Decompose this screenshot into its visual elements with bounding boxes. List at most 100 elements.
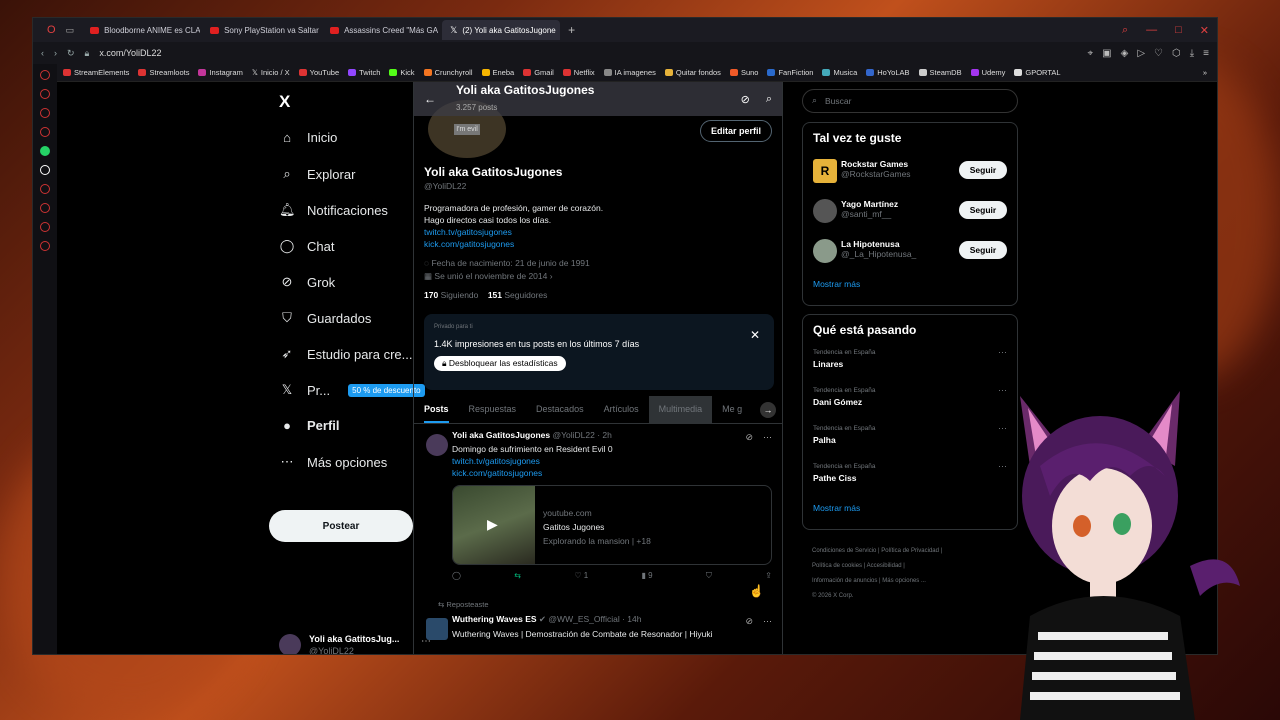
trend-item[interactable]: Tendencia en España Linares ⋯: [803, 345, 1017, 383]
nav-item-inicio[interactable]: ⌂ Inicio: [279, 130, 337, 145]
kick-link[interactable]: kick.com/gatitosjugones: [424, 238, 603, 250]
bookmark-icon[interactable]: ⛉: [706, 571, 712, 581]
share-icon[interactable]: ⇪: [765, 571, 772, 581]
shield-icon[interactable]: ◈: [1121, 48, 1129, 59]
sidebar-app-icon[interactable]: [40, 127, 50, 137]
bookmark[interactable]: Gmail: [523, 68, 554, 77]
bookmark[interactable]: IA imagenes: [603, 68, 656, 77]
close-icon[interactable]: ✕: [750, 328, 760, 342]
tab-overview-icon[interactable]: ▭: [66, 25, 81, 36]
account-switcher[interactable]: Yoli aka GatitosJug... @YoliDL22 ⋯: [279, 630, 431, 654]
footer-link[interactable]: Accesibilidad: [867, 563, 902, 569]
url-field[interactable]: x.com/YoliDL22: [99, 48, 161, 58]
follow-button[interactable]: Seguir: [959, 241, 1007, 259]
tweet[interactable]: Yoli aka GatitosJugones @YoliDL22 · 2h ⊘…: [414, 430, 782, 581]
tweet-link[interactable]: twitch.tv/gatitosjugones: [452, 455, 782, 467]
play-icon[interactable]: ▷: [1137, 48, 1145, 59]
footer-link[interactable]: Información de anuncios: [812, 578, 877, 584]
opera-logo-icon[interactable]: O: [39, 24, 64, 36]
nav-item-chat[interactable]: ◯ Chat: [279, 238, 335, 254]
footer-link[interactable]: Política de cookies: [812, 563, 862, 569]
forward-icon[interactable]: ›: [54, 48, 57, 58]
grok-icon[interactable]: ⊘: [745, 432, 753, 443]
post-button[interactable]: Postear: [269, 510, 413, 542]
views-button[interactable]: ▮ 9: [642, 571, 653, 581]
follow-button[interactable]: Seguir: [959, 161, 1007, 179]
more-icon[interactable]: ⋯: [763, 432, 772, 443]
tweet-author[interactable]: Wuthering Waves ES: [452, 614, 537, 624]
minimize-icon[interactable]: —: [1146, 24, 1157, 37]
browser-tab-active[interactable]: 𝕏(2) Yoli aka GatitosJugone×: [442, 20, 561, 40]
bookmark[interactable]: 𝕏 Inicio / X: [252, 68, 290, 77]
search-tabs-icon[interactable]: ⌕: [1122, 24, 1128, 37]
avatar[interactable]: [426, 434, 448, 456]
sidebar-app-icon[interactable]: [40, 241, 50, 251]
followers-link[interactable]: 151 Seguidores: [488, 290, 548, 300]
footer-link[interactable]: Condiciones de Servicio: [812, 548, 876, 554]
bookmark[interactable]: HoYoLAB: [866, 68, 910, 77]
bookmark[interactable]: Instagram: [198, 68, 243, 77]
bookmark[interactable]: Twitch: [348, 68, 380, 77]
repost-icon[interactable]: ⇆: [514, 571, 521, 581]
nav-item-grok[interactable]: ⊘ Grok: [279, 274, 336, 290]
bookmark[interactable]: StreamElements: [63, 68, 129, 77]
bookmark[interactable]: SteamDB: [918, 68, 962, 77]
reload-icon[interactable]: ↻: [67, 48, 75, 59]
tweet-link[interactable]: kick.com/gatitosjugones: [452, 467, 782, 479]
bookmarks-overflow-icon[interactable]: »: [1203, 68, 1207, 77]
footer-link[interactable]: Más opciones ...: [882, 578, 926, 584]
more-icon[interactable]: ⋯: [763, 616, 772, 627]
tab-me-gusta[interactable]: Me g: [712, 396, 752, 423]
bookmark[interactable]: FanFiction: [767, 68, 813, 77]
bookmark[interactable]: Musica: [822, 68, 857, 77]
unlock-stats-button[interactable]: 🔒︎ Desbloquear las estadísticas: [434, 356, 566, 371]
following-link[interactable]: 170 Siguiendo: [424, 290, 478, 300]
tab-multimedia[interactable]: Multimedia: [648, 396, 713, 423]
bookmark[interactable]: GPORTAL: [1014, 68, 1061, 77]
suggestion-row[interactable]: R Rockstar Games @RockstarGames Seguir: [803, 153, 1017, 193]
nav-item-explorar[interactable]: ⌕ Explorar: [279, 166, 355, 182]
sidebar-app-icon[interactable]: [40, 184, 50, 194]
new-tab-icon[interactable]: +: [562, 23, 581, 37]
browser-tab[interactable]: Bloodborne ANIME es CLA×: [82, 20, 200, 40]
sidebar-app-icon[interactable]: [40, 108, 50, 118]
tweet-author[interactable]: Yoli aka GatitosJugones: [452, 430, 550, 440]
trend-item[interactable]: Tendencia en España Palha ⋯: [803, 421, 1017, 459]
suggestion-row[interactable]: La Hipotenusa @_La_Hipotenusa_ Seguir: [803, 233, 1017, 273]
twitch-link[interactable]: twitch.tv/gatitosjugones: [424, 226, 603, 238]
join-date[interactable]: Se unió el noviembre de 2014: [434, 271, 547, 281]
nav-item-notificaciones[interactable]: 🔔︎ Notificaciones: [279, 202, 388, 218]
screenshot-icon[interactable]: ▣: [1102, 48, 1111, 59]
tab-posts[interactable]: Posts: [414, 396, 459, 423]
browser-tab[interactable]: Sony PlayStation va Saltar: [202, 20, 320, 40]
sidebar-app-icon[interactable]: [40, 89, 50, 99]
whatsapp-icon[interactable]: [40, 146, 50, 156]
tab-articulos[interactable]: Artículos: [594, 396, 649, 423]
x-logo[interactable]: X: [279, 92, 290, 112]
follow-button[interactable]: Seguir: [959, 201, 1007, 219]
bookmark[interactable]: Quitar fondos: [664, 68, 721, 77]
footer-link[interactable]: Política de Privacidad: [881, 548, 939, 554]
extensions-icon[interactable]: ⬡: [1172, 48, 1181, 59]
x-sidebar-icon[interactable]: [40, 165, 50, 175]
like-button[interactable]: ♡ 1: [574, 571, 588, 581]
bookmark[interactable]: YouTube: [298, 68, 339, 77]
sidebar-app-icon[interactable]: [40, 222, 50, 232]
window-close-icon[interactable]: ✕: [1200, 24, 1209, 37]
show-more-link[interactable]: Mostrar más: [803, 273, 1017, 301]
show-more-link[interactable]: Mostrar más: [803, 497, 1017, 525]
grok-icon[interactable]: ⊘: [741, 93, 750, 106]
nav-item-premium[interactable]: 𝕏 Pr... 50 % de descuento: [279, 382, 425, 398]
back-icon[interactable]: ‹: [41, 48, 44, 58]
bookmark[interactable]: Streamloots: [138, 68, 189, 77]
bookmark[interactable]: Crunchyroll: [423, 68, 473, 77]
bookmark[interactable]: Suno: [729, 68, 758, 77]
edit-profile-button[interactable]: Editar perfil: [699, 120, 772, 142]
link-card[interactable]: ▶ youtube.com Gatitos Jugones Explorando l…: [452, 485, 772, 565]
grok-icon[interactable]: ⊘: [745, 616, 753, 627]
nav-item-guardados[interactable]: ⛉ Guardados: [279, 310, 371, 326]
tab-destacados[interactable]: Destacados: [526, 396, 594, 423]
tweet[interactable]: Wuthering Waves ES ✔ @WW_ES_Official · 1…: [414, 614, 782, 640]
nav-item-mas-opciones[interactable]: ⋯ Más opciones: [279, 454, 388, 470]
avatar[interactable]: [426, 618, 448, 640]
